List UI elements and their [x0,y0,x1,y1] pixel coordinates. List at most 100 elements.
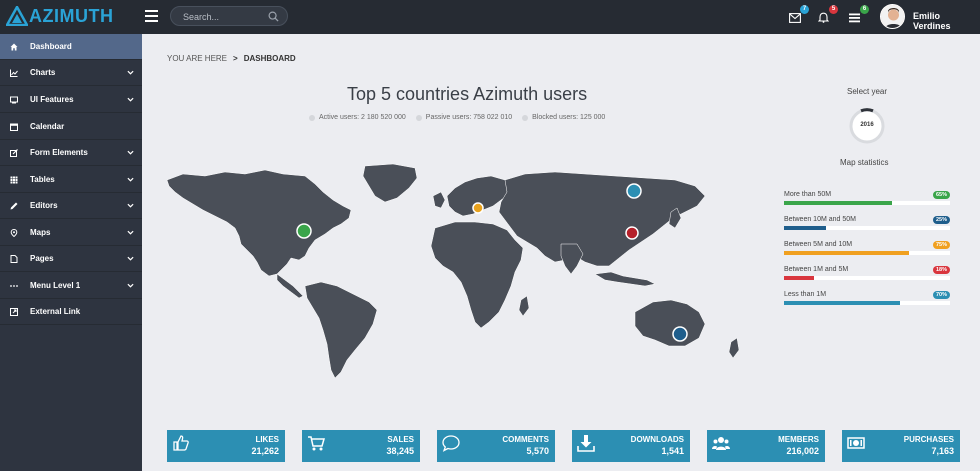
sidebar-item-pages[interactable]: Pages [0,246,142,272]
map-stats-title: Map statistics [840,158,889,167]
ellipsis-icon [10,282,18,290]
year-value: 2016 [860,122,874,128]
envelope-icon [789,13,801,23]
legend-label: Blocked users: 125 000 [532,114,606,121]
tile-label: MEMBERS [778,435,819,444]
sidebar-item-external-link[interactable]: External Link [0,299,142,325]
stat-label: Between 1M and 5M [784,266,849,273]
cart-icon [308,436,325,451]
map-title: Top 5 countries Azimuth users [347,84,588,104]
tile-label: COMMENTS [502,435,549,444]
stat-badge: 70% [933,291,950,299]
progress-track [784,301,950,305]
madagascar-shape [518,295,530,317]
calendar-icon [10,123,18,131]
chevron-down-icon [127,97,134,102]
notifications-badge: 5 [829,5,838,14]
uk-shape [432,191,446,209]
sidebar-item-dashboard[interactable]: Dashboard [0,34,142,60]
marker-north-america [296,223,312,239]
menu-toggle-button[interactable] [145,10,158,22]
stat-label: Less than 1M [784,291,827,298]
chevron-down-icon [127,230,134,235]
sidebar-item-charts[interactable]: Charts [0,60,142,86]
legend-dot-icon [415,114,422,121]
tile-members[interactable]: MEMBERS 216,002 [707,430,825,462]
comment-icon [442,435,460,452]
legend-dot-icon [309,114,315,121]
logo-text: AZIMUTH [29,5,114,26]
sidebar-item-ui-features[interactable]: UI Features [0,87,142,113]
sidebar-item-calendar[interactable]: Calendar [0,114,142,140]
map-marker-icon [10,228,18,237]
tasks-button[interactable]: 6 [849,5,869,23]
sidebar-item-editors[interactable]: Editors [0,193,142,219]
user-avatar-icon [881,5,904,28]
avatar[interactable] [880,4,905,29]
world-map[interactable] [165,162,765,382]
sidebar-item-label: Tables [30,175,55,184]
logo[interactable]: AZIMUTH [6,5,113,27]
progress-fill [784,201,892,205]
stat-badge: 65% [933,191,950,199]
progress-track [784,226,950,230]
sidebar-item-menu-level-1[interactable]: Menu Level 1 [0,273,142,299]
chevron-down-icon [127,177,134,182]
tile-downloads[interactable]: DOWNLOADS 1,541 [572,430,690,462]
grid-icon [10,176,18,184]
sidebar-item-tables[interactable]: Tables [0,167,142,193]
notifications-button[interactable]: 5 [817,5,838,23]
greenland-shape [362,163,418,203]
download-icon [577,435,595,452]
stat-badge: 18% [933,266,950,274]
tile-purchases[interactable]: PURCHASES 7,163 [842,430,960,462]
external-link-icon [10,307,18,316]
sidebar-item-maps[interactable]: Maps [0,220,142,246]
search-icon[interactable] [268,11,279,22]
top-navbar: AZIMUTH 7 5 6 [0,0,980,34]
central-america-shape [276,273,304,299]
progress-fill [784,226,826,230]
sidebar-item-label: Charts [30,68,56,77]
sidebar-item-label: UI Features [30,95,74,104]
tile-label: SALES [387,435,414,444]
sidebar-item-form-elements[interactable]: Form Elements [0,140,142,166]
edit-icon [10,148,18,157]
progress-fill [784,251,909,255]
marker-australia [672,326,688,342]
chevron-down-icon [127,283,134,288]
sidebar-item-label: External Link [30,307,81,316]
tile-label: PURCHASES [903,435,954,444]
progress-track [784,201,950,205]
user-name[interactable]: Emilio Verdines [913,11,980,31]
thumbs-up-icon [173,435,189,451]
tile-comments[interactable]: COMMENTS 5,570 [437,430,555,462]
legend-label: Active users: 2 180 520 000 [319,114,406,121]
stat-label: Between 10M and 50M [784,216,856,223]
legend-item-blocked[interactable]: Blocked users: 125 000 [522,114,605,121]
search-input[interactable] [183,10,268,23]
legend-label: Passive users: 758 022 010 [425,114,513,121]
mail-button[interactable]: 7 [789,5,809,23]
sidebar-item-label: Menu Level 1 [30,281,81,290]
legend-item-passive[interactable]: Passive users: 758 022 010 [415,114,513,121]
sidebar-item-label: Calendar [30,122,65,131]
tile-value: 38,245 [386,446,414,456]
india-shape [560,243,584,275]
home-icon [10,43,18,51]
sidebar-item-label: Maps [30,228,51,237]
marker-europe [472,202,484,214]
breadcrumb: YOU ARE HERE > DASHBOARD [167,54,296,63]
chevron-down-icon [127,70,134,75]
progress-track [784,276,950,280]
north-america-shape [166,169,352,277]
stat-row: Less than 1M 70% [784,291,950,317]
tile-likes[interactable]: LIKES 21,262 [167,430,285,462]
legend-item-active[interactable]: Active users: 2 180 520 000 [309,114,406,121]
chevron-down-icon [127,150,134,155]
stat-badge: 25% [933,216,950,224]
stat-label: Between 5M and 10M [784,241,853,248]
tile-sales[interactable]: SALES 38,245 [302,430,420,462]
money-icon [847,437,865,449]
progress-fill [784,276,814,280]
